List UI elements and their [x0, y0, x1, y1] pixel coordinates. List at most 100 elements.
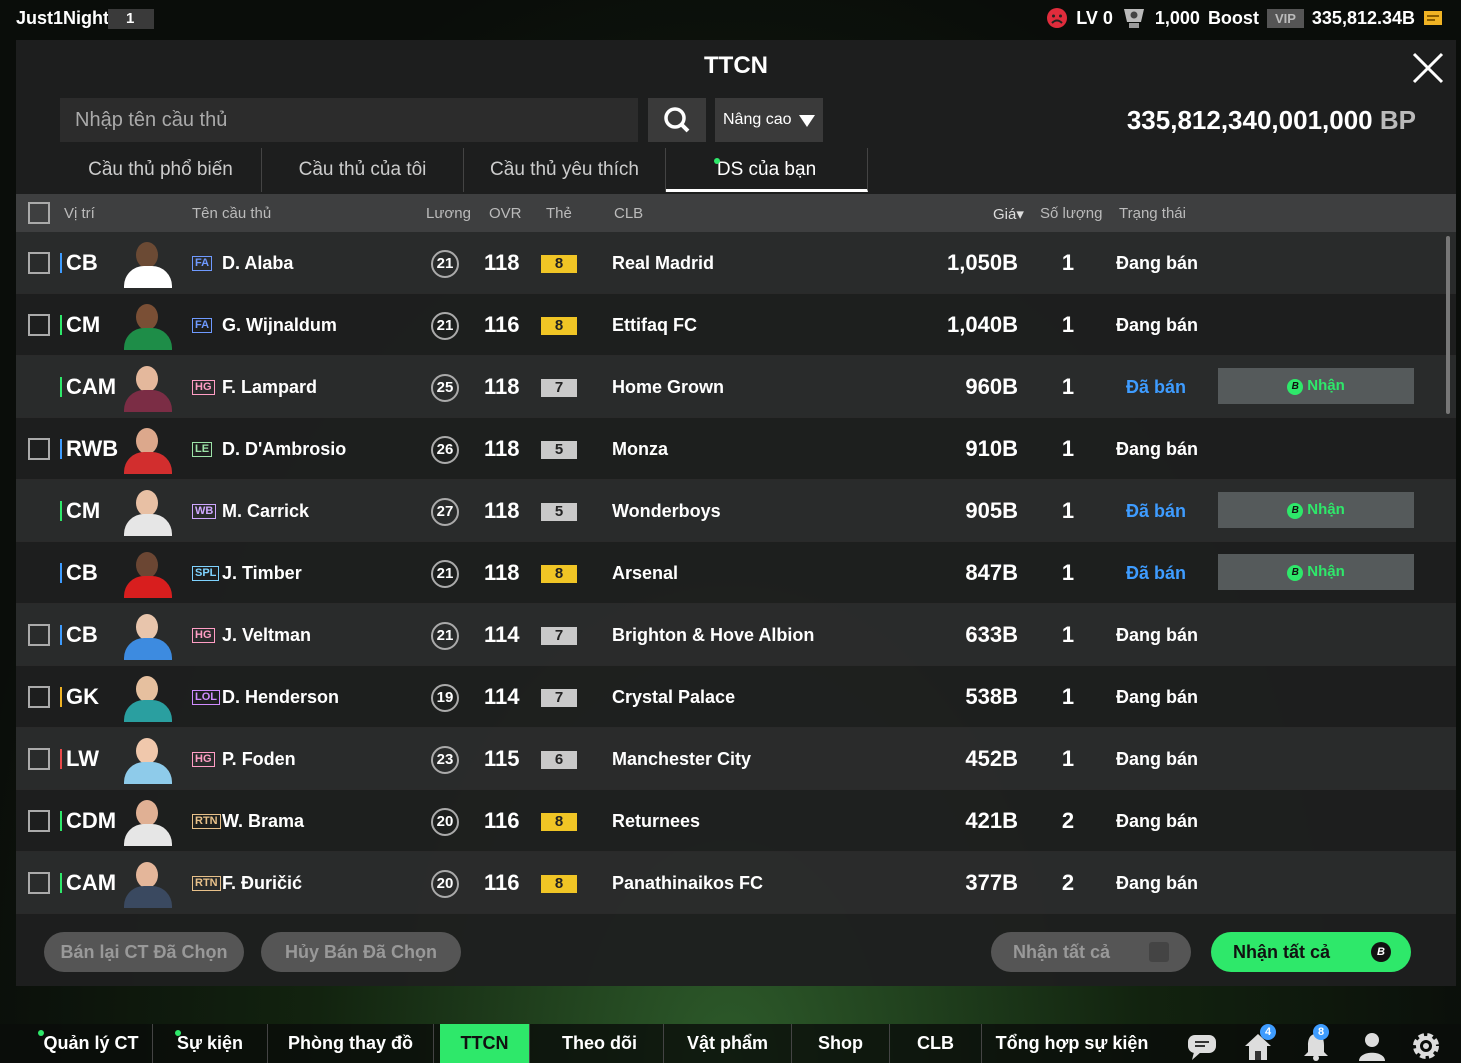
- position-text: CAM: [60, 870, 116, 896]
- position-text: GK: [60, 684, 99, 710]
- player-name[interactable]: G. Wijnaldum: [222, 315, 337, 336]
- table-row[interactable]: CAM RTN F. Đuričić 20 116 8 Panathinaikos FC 37…: [16, 852, 1456, 914]
- player-name[interactable]: F. Lampard: [222, 377, 317, 398]
- settings-gear-icon[interactable]: [1410, 1030, 1442, 1062]
- tab-my-players[interactable]: Cầu thủ của tôi: [262, 148, 464, 192]
- player-avatar: [120, 858, 176, 908]
- player-name[interactable]: P. Foden: [222, 749, 296, 770]
- row-checkbox[interactable]: [28, 872, 50, 894]
- claim-button[interactable]: B Nhận: [1218, 554, 1414, 590]
- table-row[interactable]: LW HG P. Foden 23 115 6 Manchester City 452B 1 Đa…: [16, 728, 1456, 790]
- table-row[interactable]: CM FA G. Wijnaldum 21 116 8 Ettifaq FC 1,040B 1 Đ…: [16, 294, 1456, 356]
- nav-watchlist[interactable]: Theo dõi: [536, 1024, 664, 1063]
- table-row[interactable]: CB HG J. Veltman 21 114 7 Brighton & Hove Albi…: [16, 604, 1456, 666]
- quantity-value: 1: [1061, 560, 1075, 585]
- row-checkbox[interactable]: [28, 252, 50, 274]
- row-checkbox[interactable]: [28, 810, 50, 832]
- nav-team-management[interactable]: Quản lý CT: [30, 1024, 153, 1063]
- close-icon[interactable]: [1410, 50, 1446, 86]
- tab-favorite-players[interactable]: Cầu thủ yêu thích: [464, 148, 666, 192]
- nav-shop[interactable]: Shop: [792, 1024, 890, 1063]
- nav-items[interactable]: Vật phẩm: [664, 1024, 792, 1063]
- status-text: Đã bán: [1126, 563, 1187, 583]
- claim-all-items-button[interactable]: Nhận tất cả: [991, 932, 1191, 972]
- nav-events[interactable]: Sự kiện: [153, 1024, 268, 1063]
- header-player-name[interactable]: Tên cầu thủ: [192, 205, 271, 222]
- club-name: Ettifaq FC: [612, 315, 697, 335]
- header-grade[interactable]: Thẻ: [546, 205, 572, 222]
- select-all-checkbox[interactable]: [28, 202, 50, 224]
- search-button[interactable]: [648, 98, 706, 142]
- table-row[interactable]: CDM RTN W. Brama 20 116 8 Returnees 421B 2 Đang b…: [16, 790, 1456, 852]
- position-text: CB: [60, 622, 98, 648]
- nav-label: Sự kiện: [176, 1033, 244, 1053]
- advanced-filter-dropdown[interactable]: Nâng cao: [715, 98, 823, 142]
- header-status[interactable]: Trạng thái: [1119, 205, 1186, 222]
- table-row[interactable]: RWB LE D. D'Ambrosio 26 118 5 Monza 910B 1 Đang b…: [16, 418, 1456, 480]
- status-text: Đang bán: [1116, 749, 1199, 769]
- season-icon: RTN: [192, 814, 221, 829]
- row-checkbox[interactable]: [28, 686, 50, 708]
- header-ovr[interactable]: OVR: [489, 205, 522, 222]
- username[interactable]: Just1Night: [16, 8, 109, 29]
- nav-event-summary[interactable]: Tổng hợp sự kiện: [982, 1024, 1162, 1063]
- table-row[interactable]: CAM HG F. Lampard 25 118 7 Home Grown 960B 1 Đã b…: [16, 356, 1456, 418]
- table-row[interactable]: CM WB M. Carrick 27 118 5 Wonderboys 905B 1 Đã bá…: [16, 480, 1456, 542]
- cancel-selected-button[interactable]: Hủy Bán Đã Chọn: [261, 932, 461, 972]
- player-search-input[interactable]: [60, 98, 638, 142]
- status-text: Đang bán: [1116, 253, 1199, 273]
- grade-badge: 8: [541, 317, 577, 335]
- scrollbar[interactable]: [1446, 236, 1450, 414]
- salary-badge: 25: [431, 374, 459, 402]
- price-value: 847B: [965, 560, 1018, 585]
- player-name[interactable]: F. Đuričić: [222, 873, 302, 894]
- header-position[interactable]: Vị trí: [64, 205, 95, 222]
- row-checkbox[interactable]: [28, 314, 50, 336]
- tab-your-list[interactable]: DS của bạn: [666, 148, 868, 192]
- boost-label[interactable]: Boost: [1208, 8, 1259, 29]
- claim-label: Nhận: [1307, 377, 1345, 394]
- salary-badge: 20: [431, 870, 459, 898]
- claim-all-bp-button[interactable]: Nhận tất cả B: [1211, 932, 1411, 972]
- player-name[interactable]: J. Veltman: [222, 625, 311, 646]
- nav-transfer-market[interactable]: TTCN: [440, 1024, 530, 1063]
- ticket-icon[interactable]: [1423, 9, 1443, 27]
- claim-button[interactable]: B Nhận: [1218, 368, 1414, 404]
- resell-selected-button[interactable]: Bán lại CT Đã Chọn: [44, 932, 244, 972]
- profile-icon[interactable]: [1356, 1030, 1388, 1062]
- position-text: CM: [60, 312, 100, 338]
- row-checkbox[interactable]: [28, 748, 50, 770]
- header-price-sort[interactable]: Giá▾: [993, 205, 1024, 223]
- ovr-value: 118: [484, 250, 520, 275]
- player-name[interactable]: J. Timber: [222, 563, 302, 584]
- player-name[interactable]: D. Henderson: [222, 687, 339, 708]
- table-row[interactable]: GK LOL D. Henderson 19 114 7 Crystal Palace 538…: [16, 666, 1456, 728]
- grade-badge: 7: [541, 627, 577, 645]
- claim-button[interactable]: B Nhận: [1218, 492, 1414, 528]
- nav-club[interactable]: CLB: [890, 1024, 982, 1063]
- table-row[interactable]: CB SPL J. Timber 21 118 8 Arsenal 847B 1 Đã bán B N…: [16, 542, 1456, 604]
- tab-your-list-label: DS của bạn: [716, 159, 817, 180]
- price-value: 633B: [965, 622, 1018, 647]
- player-name[interactable]: D. Alaba: [222, 253, 293, 274]
- table-header: Vị trí Tên cầu thủ Lương OVR Thẻ CLB Giá…: [16, 194, 1456, 232]
- header-salary[interactable]: Lương: [426, 205, 471, 222]
- row-checkbox[interactable]: [28, 624, 50, 646]
- ovr-value: 116: [484, 808, 520, 833]
- nav-label: Quản lý CT: [43, 1033, 139, 1053]
- row-checkbox[interactable]: [28, 438, 50, 460]
- player-name[interactable]: D. D'Ambrosio: [222, 439, 346, 460]
- salary-badge: 23: [431, 746, 459, 774]
- header-club[interactable]: CLB: [614, 205, 643, 222]
- tab-popular-players[interactable]: Cầu thủ phổ biến: [60, 148, 262, 192]
- table-row[interactable]: CB FA D. Alaba 21 118 8 Real Madrid 1,050B 1 Đang…: [16, 232, 1456, 294]
- player-name[interactable]: M. Carrick: [222, 501, 309, 522]
- salary-badge: 21: [431, 560, 459, 588]
- player-avatar: [120, 362, 176, 412]
- player-name[interactable]: W. Brama: [222, 811, 304, 832]
- position-text: CM: [60, 498, 100, 524]
- nav-locker-room[interactable]: Phòng thay đồ: [268, 1024, 434, 1063]
- chat-icon[interactable]: [1186, 1030, 1218, 1062]
- quantity-value: 2: [1061, 870, 1075, 895]
- header-quantity[interactable]: Số lượng: [1040, 205, 1102, 222]
